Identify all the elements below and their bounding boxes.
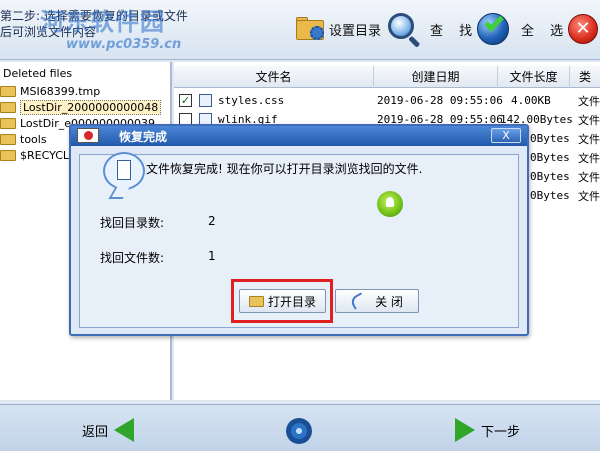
row-size: 0Bytes xyxy=(530,170,570,183)
tree-item-label: tools xyxy=(20,132,47,146)
tree-item-selected[interactable]: LostDir_2000000000048 xyxy=(0,99,162,115)
next-step-label: 下一步 xyxy=(481,424,521,440)
tree-item-label: LostDir_2000000000048 xyxy=(20,99,162,115)
column-header-name[interactable]: 文件名 xyxy=(174,66,374,88)
open-directory-button[interactable]: 打开目录 xyxy=(239,289,326,313)
row-type: 文件 xyxy=(578,189,600,203)
row-checkbox[interactable]: ✓ xyxy=(179,94,192,107)
row-type: 文件 xyxy=(578,113,600,127)
file-icon xyxy=(199,94,212,107)
table-row[interactable]: ✓ styles.css 2019-06-28 09:55:06 4.00KB … xyxy=(174,91,600,110)
recovered-dirs-label: 找回目录数: xyxy=(100,216,165,230)
top-toolbar: 第二步: 选择需要恢复的目录或文件 后可浏览文件内容 河东软件园 www.pc0… xyxy=(0,0,600,60)
dialog-title-bar[interactable]: 恢复完成 X xyxy=(71,126,527,146)
row-size: 0Bytes xyxy=(530,151,570,164)
close-dialog-label: 关 闭 xyxy=(375,294,403,309)
find-button[interactable]: 查 找 xyxy=(386,8,478,50)
first-aid-icon xyxy=(77,128,99,143)
watermark-url: www.pc0359.cn xyxy=(66,37,182,52)
row-date: 2019-06-28 09:55:06 xyxy=(377,94,503,107)
lightbulb-icon xyxy=(377,191,403,217)
tree-item[interactable]: tools xyxy=(0,131,47,147)
folder-icon xyxy=(248,295,264,307)
tree-item[interactable]: MSI68399.tmp xyxy=(0,83,100,99)
column-header-type[interactable]: 类 xyxy=(570,66,600,88)
row-type: 文件 xyxy=(578,170,600,184)
column-header-size[interactable]: 文件长度 xyxy=(498,66,570,88)
gear-icon[interactable] xyxy=(286,418,312,444)
tree-root[interactable]: Deleted files xyxy=(3,67,72,80)
tree-item-label: $RECYCLE xyxy=(20,148,76,162)
folder-icon xyxy=(0,101,16,113)
set-directory-button[interactable]: 设置目录 xyxy=(294,8,381,50)
recovered-files-value: 1 xyxy=(208,249,216,263)
tree-item[interactable]: $RECYCLE xyxy=(0,147,76,163)
search-icon xyxy=(386,11,422,48)
back-button[interactable]: 返回 xyxy=(82,418,135,442)
row-name: styles.css xyxy=(218,94,285,107)
app-close-icon[interactable]: ✕ xyxy=(568,14,598,44)
open-directory-label: 打开目录 xyxy=(267,294,316,309)
row-type: 文件 xyxy=(578,132,600,146)
folder-icon xyxy=(0,85,16,97)
folder-settings-icon xyxy=(294,16,326,42)
tree-item-label: MSI68399.tmp xyxy=(20,84,101,98)
row-type: 文件 xyxy=(578,94,600,108)
recovered-files-label: 找回文件数: xyxy=(100,251,165,265)
folder-icon xyxy=(0,149,16,161)
set-directory-label: 设置目录 xyxy=(329,23,382,39)
back-label: 返回 xyxy=(82,424,109,440)
next-step-button[interactable]: 下一步 xyxy=(455,418,520,442)
row-size: 0Bytes xyxy=(530,132,570,145)
column-header-date[interactable]: 创建日期 xyxy=(374,66,498,88)
row-type: 文件 xyxy=(578,151,600,165)
folder-icon xyxy=(0,117,16,129)
arrow-right-icon xyxy=(455,418,475,442)
recovered-dirs-value: 2 xyxy=(208,214,216,228)
document-icon xyxy=(117,160,131,180)
arrow-left-icon xyxy=(114,418,135,442)
row-size: 0Bytes xyxy=(530,189,570,202)
watermark-logo: 河东软件园 xyxy=(40,7,165,36)
globe-check-icon xyxy=(475,11,511,47)
undo-arrow-icon xyxy=(349,292,368,310)
dialog-title: 恢复完成 xyxy=(119,130,168,144)
folder-icon xyxy=(0,133,16,145)
row-size: 4.00KB xyxy=(511,94,551,107)
select-all-label: 全 选 xyxy=(521,23,570,39)
close-dialog-button[interactable]: 关 闭 xyxy=(335,289,419,313)
find-label: 查 找 xyxy=(430,23,479,39)
dialog-close-icon[interactable]: X xyxy=(491,128,521,143)
file-list-header: 文件名 创建日期 文件长度 类 xyxy=(174,66,600,88)
dialog-message: 文件恢复完成! 现在你可以打开目录浏览找回的文件. xyxy=(146,162,423,176)
select-all-button[interactable]: 全 选 xyxy=(475,8,569,50)
